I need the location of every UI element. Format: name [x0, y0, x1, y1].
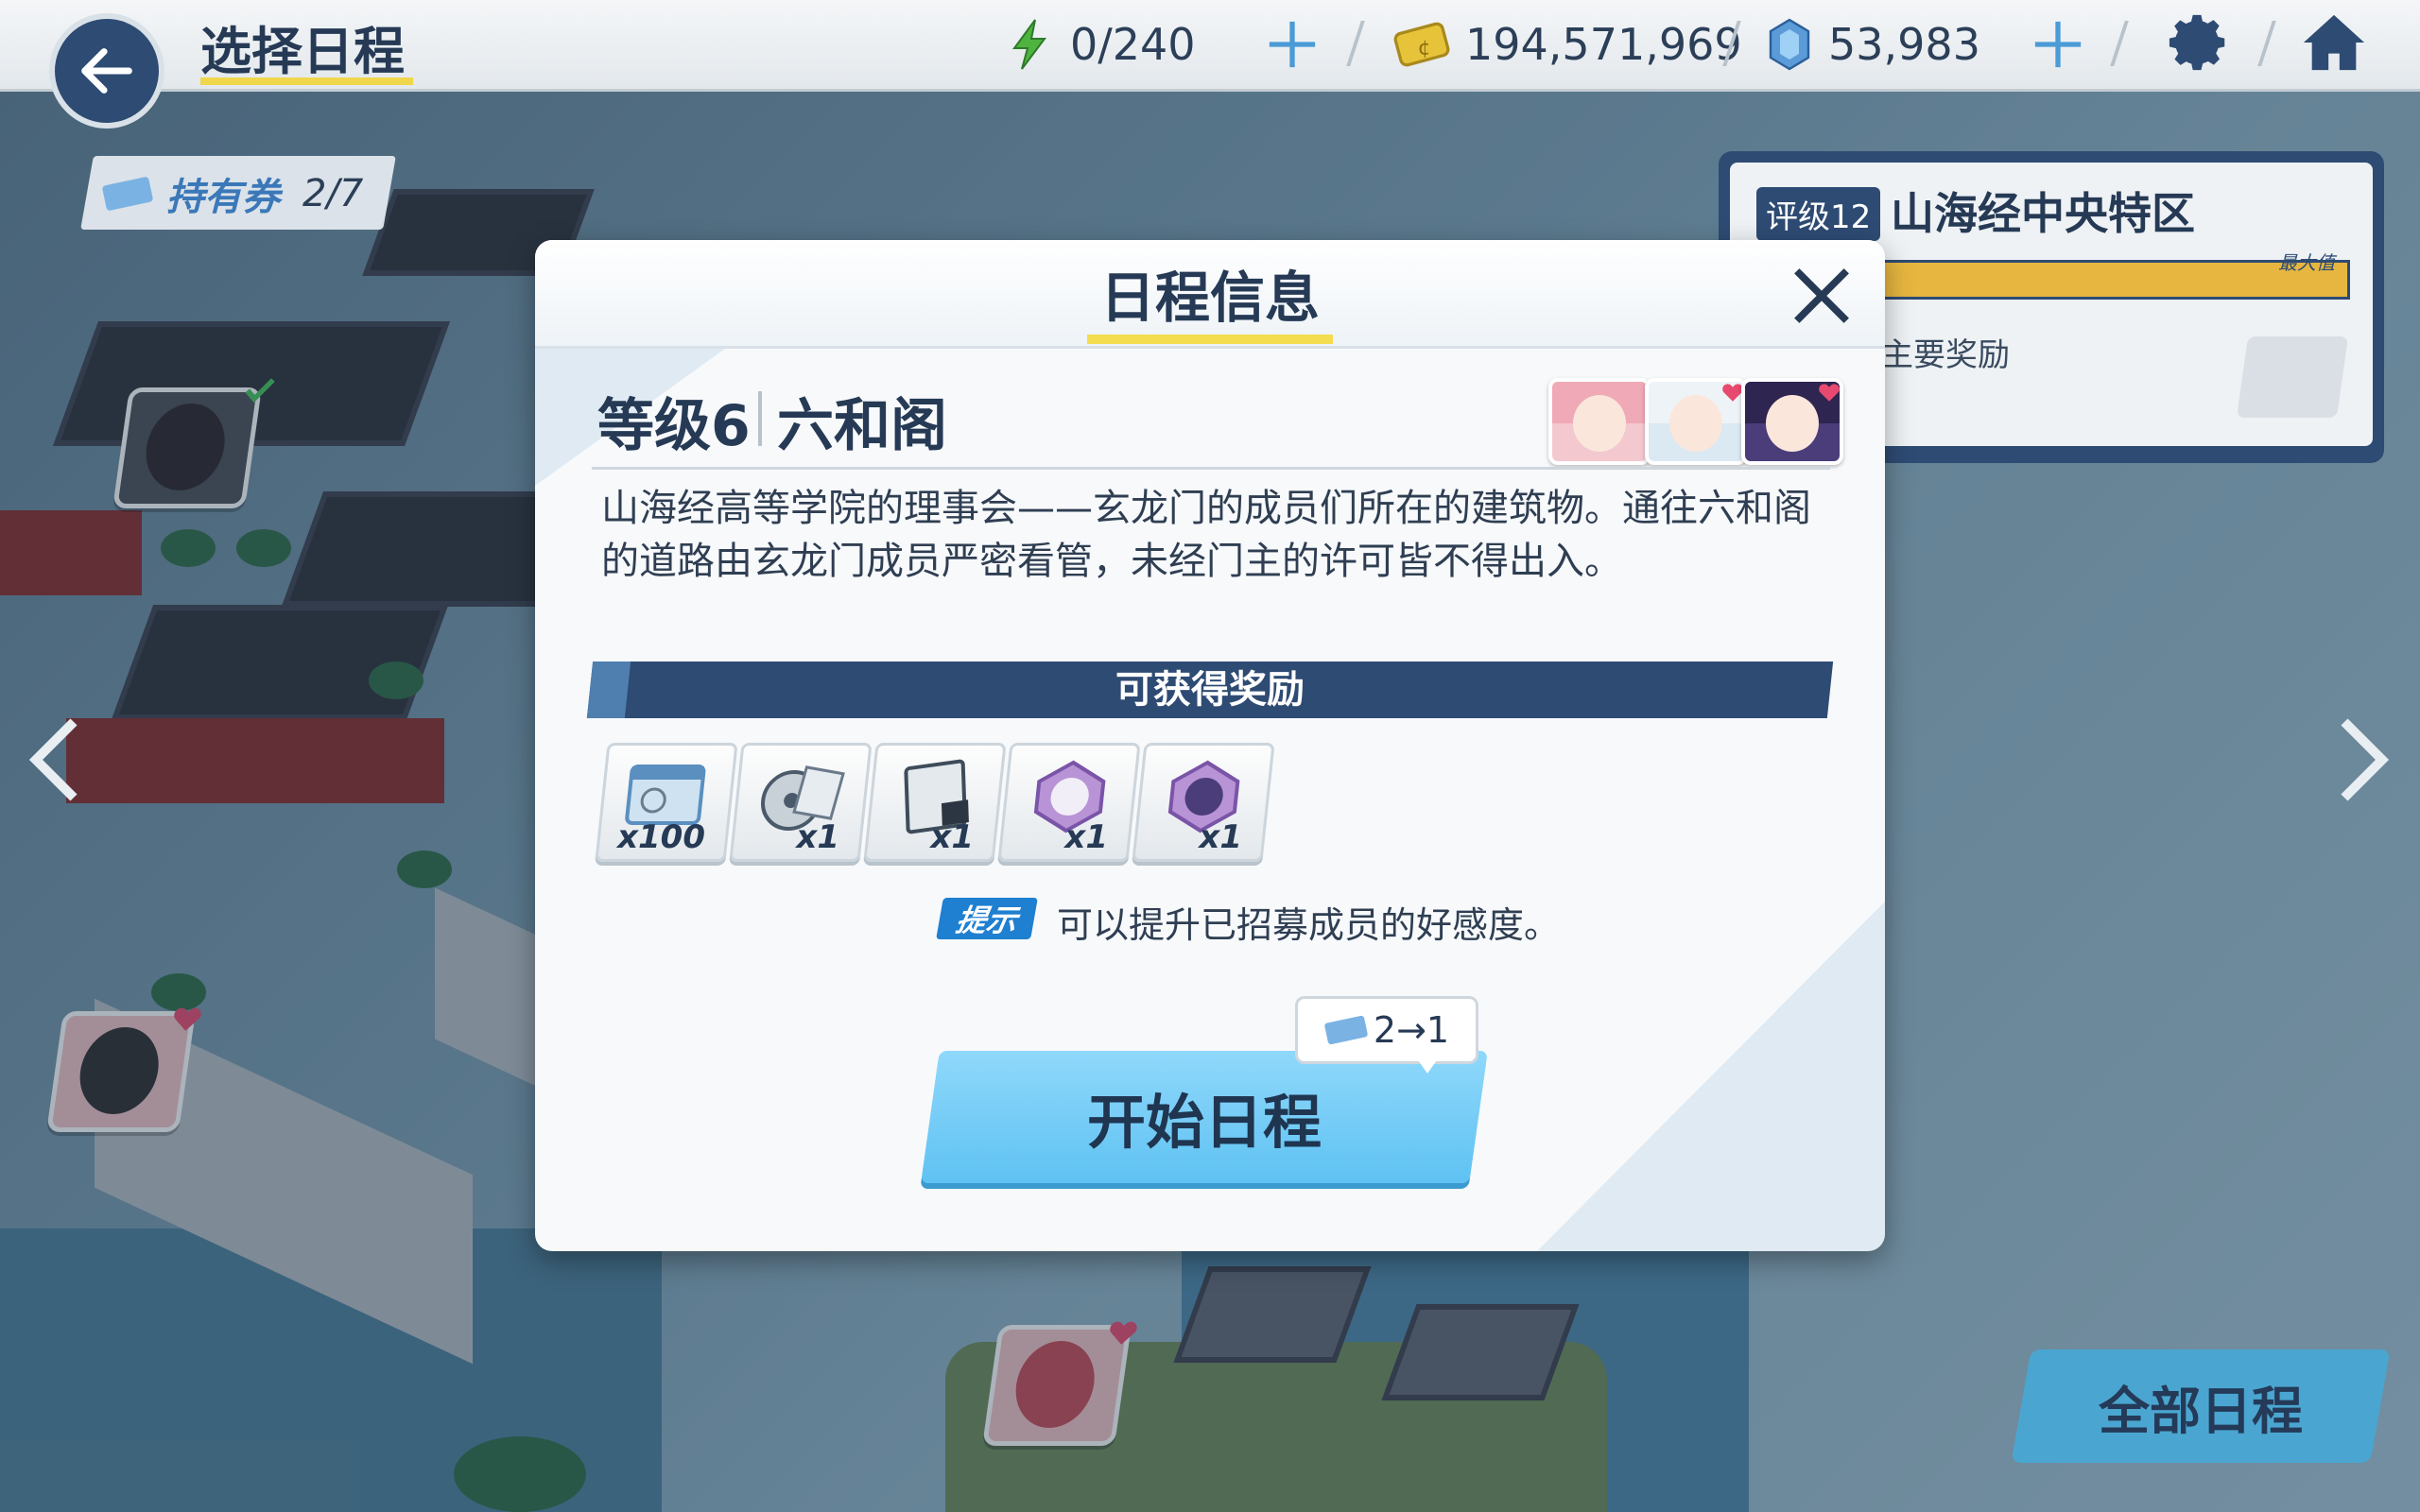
separator [758, 391, 762, 446]
student-portrait-1 [1548, 378, 1651, 465]
hint-badge: 提示 [936, 898, 1038, 939]
svg-text:¢: ¢ [1418, 37, 1431, 60]
student-portrait-2 [1645, 378, 1747, 465]
back-button[interactable] [49, 13, 164, 129]
ap-value: 0/240 [1070, 19, 1196, 70]
reward-qty: x1 [930, 818, 974, 856]
page-title: 选择日程 [200, 22, 405, 81]
reward-qty: x100 [617, 818, 705, 856]
next-area-arrow-icon[interactable] [2335, 713, 2392, 807]
dialog-title: 日程信息 [1099, 266, 1320, 330]
hint-text: 可以提升已招募成员的好感度。 [1057, 904, 1561, 946]
area-grade-badge: 评级12 [1756, 187, 1881, 241]
ticket-icon [1324, 1016, 1368, 1044]
credit-coin-icon: ¢ [1393, 22, 1450, 67]
schedule-level: 等级6 [597, 393, 751, 459]
start-schedule-label: 开始日程 [1086, 1088, 1322, 1157]
prev-area-arrow-icon[interactable] [26, 713, 83, 807]
schedule-info-dialog: 日程信息 等级6 六和阁 山海经高等学院的理事会——玄龙门的成员们所在的建筑物。… [535, 240, 1885, 1251]
rewards-title: 可获得奖励 [1115, 668, 1305, 712]
lightning-icon [1012, 19, 1046, 70]
add-pyroxene-button[interactable] [2031, 17, 2085, 72]
area-max-label: 最大值 [2278, 251, 2335, 274]
ticket-label: 持有券 [166, 176, 280, 219]
pyroxene-counter: 53,983 [1766, 13, 1980, 76]
student-portrait-3 [1741, 378, 1843, 465]
divider [592, 467, 1830, 470]
bubble-tail [1414, 1055, 1441, 1074]
close-icon[interactable] [1789, 263, 1855, 329]
area-reward-item[interactable] [2236, 336, 2349, 418]
all-schedules-label: 全部日程 [2099, 1381, 2303, 1441]
dialog-title-underline [1087, 335, 1333, 344]
ticket-count: 2/7 [302, 172, 364, 215]
reward-qty: x1 [1199, 818, 1242, 856]
ticket-info: 持有券 2/7 [102, 159, 363, 229]
area-reward-label: 主要奖励 [1881, 336, 2010, 374]
schedule-description: 山海经高等学院的理事会——玄龙门的成员们所在的建筑物。通往六和阁的道路由玄龙门成… [601, 487, 1811, 583]
home-icon[interactable] [2301, 9, 2367, 76]
credits-value: 194,571,969 [1465, 19, 1742, 70]
area-name: 山海经中央特区 [1891, 188, 2195, 239]
decor-triangle [1537, 902, 1885, 1251]
back-arrow-icon [81, 48, 132, 94]
ticket-cost: 2→1 [1373, 1009, 1450, 1051]
credits-counter: ¢ 194,571,969 [1393, 13, 1742, 76]
title-underline [200, 77, 413, 85]
pyroxene-gem-icon [1769, 18, 1810, 71]
ticket-icon [102, 177, 153, 211]
ap-counter: 0/240 [1008, 13, 1196, 76]
reward-qty: x1 [796, 818, 839, 856]
schedule-location: 六和阁 [777, 393, 947, 459]
reward-qty: x1 [1064, 818, 1108, 856]
add-ap-button[interactable] [1265, 17, 1320, 72]
heart-icon [1819, 384, 1840, 402]
pyroxene-value: 53,983 [1828, 19, 1980, 70]
ticket-cost-bubble: 2→1 [1295, 996, 1478, 1064]
settings-gear-icon[interactable] [2167, 9, 2233, 76]
